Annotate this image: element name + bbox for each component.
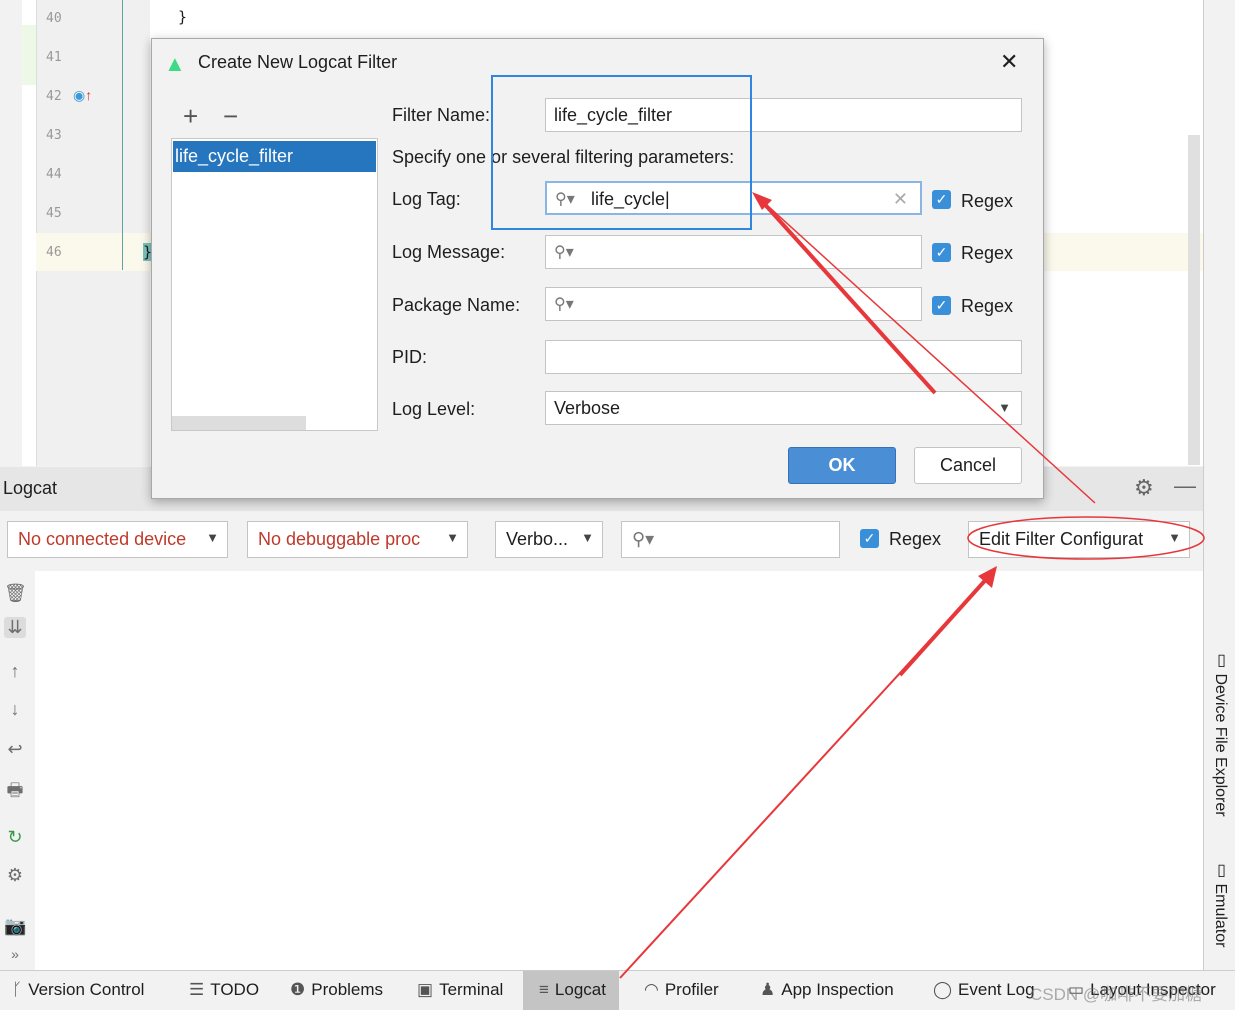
logcat-output[interactable]	[35, 571, 1203, 970]
more-icon[interactable]: »	[4, 946, 26, 962]
watermark: CSDN @咖啡不要加糖	[1030, 985, 1203, 1004]
search-icon: ⚲▾	[554, 296, 574, 313]
logcat-icon: ≡	[539, 980, 549, 999]
android-icon: ▲	[164, 51, 186, 76]
scroll-to-end-icon[interactable]: ⇊	[4, 617, 26, 638]
line-number: 43	[46, 128, 62, 143]
log-tag-label: Log Tag:	[392, 189, 461, 209]
log-tag-input[interactable]: ⚲▾ life_cycle| ✕	[545, 181, 922, 215]
ok-button[interactable]: OK	[788, 447, 896, 484]
right-tool-strip: ▯ Device File Explorer ▯ Emulator	[1203, 0, 1235, 970]
regex-label: Regex	[961, 191, 1014, 211]
device-file-explorer-tab[interactable]: ▯ Device File Explorer	[1211, 650, 1230, 817]
terminal-icon: ▣	[417, 980, 434, 999]
log-level-select[interactable]: Verbose ▼	[545, 391, 1022, 425]
pid-input[interactable]	[545, 340, 1022, 374]
soft-wrap-icon[interactable]: ↩	[4, 739, 26, 760]
package-name-input[interactable]: ⚲▾	[545, 287, 922, 321]
down-arrow-icon[interactable]: ↓	[4, 699, 26, 720]
tab-problems[interactable]: ❶ Problems	[290, 980, 383, 1000]
package-name-regex-checkbox[interactable]: ✓	[932, 296, 951, 315]
line-number: 41	[46, 50, 62, 65]
clear-icon[interactable]: ✕	[893, 189, 908, 210]
trash-icon[interactable]: 🗑	[4, 583, 27, 604]
chevron-down-icon: ▼	[998, 400, 1011, 415]
regex-label: Regex	[961, 296, 1014, 316]
filter-list: life_cycle_filter	[171, 138, 378, 431]
log-level-label: Log Level:	[392, 399, 476, 419]
logcat-regex-label: Regex	[889, 529, 942, 549]
editor-scrollbar[interactable]	[1188, 135, 1200, 465]
pid-label: PID:	[392, 347, 428, 367]
gutter-divider	[122, 0, 123, 270]
log-message-input[interactable]: ⚲▾	[545, 235, 922, 269]
minimize-icon[interactable]: —	[1174, 473, 1196, 499]
logcat-regex-checkbox[interactable]: ✓	[860, 529, 879, 548]
search-icon: ⚲▾	[555, 191, 575, 208]
line-number: 44	[46, 167, 62, 182]
tab-app-inspection[interactable]: ♟ App Inspection	[760, 980, 894, 1000]
log-level-select[interactable]: Verbo... ▼	[495, 521, 603, 558]
filter-name-label: Filter Name:	[392, 105, 491, 125]
logcat-side-toolbar: 🗑 ⇊ ↑ ↓ ↩ 🖶 ↻ ⚙ 📷 »	[0, 571, 35, 970]
filter-config-select[interactable]: Edit Filter Configurat ▼	[968, 521, 1190, 558]
close-icon[interactable]: ✕	[1000, 49, 1018, 75]
remove-filter-button[interactable]: −	[223, 101, 238, 132]
dialog-title: Create New Logcat Filter	[198, 52, 398, 72]
log-message-label: Log Message:	[392, 242, 506, 262]
gauge-icon: ◠	[644, 980, 659, 999]
logcat-toolbar: No connected device ▼ No debuggable proc ▼…	[0, 511, 1203, 571]
search-icon: ⚲▾	[554, 244, 574, 261]
filter-name-input[interactable]: life_cycle_filter	[545, 98, 1022, 132]
branch-icon: ᚴ	[12, 980, 23, 999]
up-arrow-icon[interactable]: ↑	[4, 661, 26, 682]
device-select[interactable]: No connected device ▼	[7, 521, 228, 558]
logcat-title: Logcat	[3, 478, 58, 498]
package-name-label: Package Name:	[392, 295, 521, 315]
cancel-button[interactable]: Cancel	[914, 447, 1022, 484]
tab-version-control[interactable]: ᚴ Version Control	[12, 980, 144, 1000]
log-tag-regex-checkbox[interactable]: ✓	[932, 190, 951, 209]
line-number: 40	[46, 11, 62, 26]
gear-icon[interactable]: ⚙	[1134, 475, 1154, 501]
logcat-search-input[interactable]: ⚲▾	[621, 521, 840, 558]
tab-profiler[interactable]: ◠ Profiler	[644, 980, 719, 1000]
screenshot-icon[interactable]: 📷	[4, 916, 26, 937]
override-marker-icon[interactable]: ◉↑	[73, 87, 92, 104]
line-number: 46	[46, 245, 62, 260]
list-scrollbar[interactable]	[172, 416, 306, 430]
process-select[interactable]: No debuggable proc ▼	[247, 521, 468, 558]
log-message-regex-checkbox[interactable]: ✓	[932, 243, 951, 262]
regex-label: Regex	[961, 243, 1014, 263]
bottom-tool-bar: ᚴ Version Control ☰ TODO ❶ Problems ▣ Termin…	[0, 970, 1235, 1010]
line-number: 45	[46, 206, 62, 221]
emulator-tab[interactable]: ▯ Emulator	[1211, 860, 1230, 947]
restart-icon[interactable]: ↻	[4, 827, 26, 848]
warning-icon: ❶	[290, 980, 306, 999]
event-log-icon: ◯	[933, 980, 953, 999]
list-icon: ☰	[189, 980, 205, 999]
editor-left-strip	[0, 0, 22, 466]
add-filter-button[interactable]: +	[183, 101, 198, 132]
settings-icon[interactable]: ⚙	[4, 865, 26, 886]
search-icon: ⚲▾	[632, 529, 655, 549]
tab-todo[interactable]: ☰ TODO	[189, 980, 259, 1000]
line-number: 42	[46, 89, 62, 104]
create-logcat-filter-dialog: ▲ Create New Logcat Filter ✕ + − life_cy…	[151, 38, 1044, 499]
tab-logcat[interactable]: ≡ Logcat	[523, 971, 619, 1010]
code-line: }	[178, 8, 188, 26]
specify-text: Specify one or several filtering paramet…	[392, 147, 735, 167]
print-icon[interactable]: 🖶	[4, 778, 26, 808]
inspect-icon: ♟	[760, 980, 776, 999]
tab-event-log[interactable]: ◯ Event Log	[933, 980, 1035, 1000]
tab-terminal[interactable]: ▣ Terminal	[417, 980, 503, 1000]
filter-list-item[interactable]: life_cycle_filter	[173, 141, 376, 172]
